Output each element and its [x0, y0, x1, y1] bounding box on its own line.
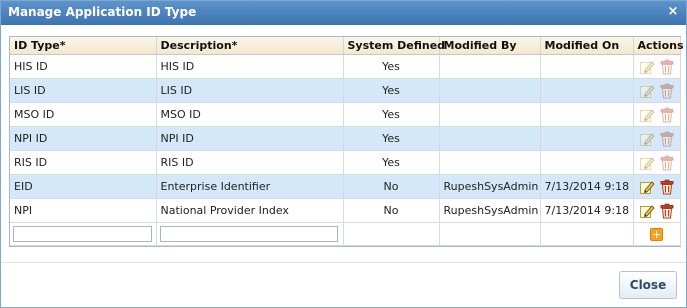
- cell-modified-on: [540, 78, 634, 103]
- cell-modified-by: RupeshSysAdmin: [439, 174, 541, 199]
- cell-description: Enterprise Identifier: [156, 174, 344, 199]
- new-description-input[interactable]: [159, 226, 338, 242]
- cell-modified-by: [439, 54, 541, 79]
- dialog-title: Manage Application ID Type: [8, 5, 197, 19]
- table-row[interactable]: HIS ID HIS ID Yes: [10, 54, 681, 79]
- column-header-modified-on[interactable]: Modified On: [540, 37, 634, 55]
- cell-id-type: RIS ID: [10, 150, 157, 175]
- new-id-type-input[interactable]: [13, 226, 152, 242]
- cell-modified-by: [439, 102, 541, 127]
- cell-description: NPI ID: [156, 126, 344, 151]
- column-header-system-defined[interactable]: System Defined: [343, 37, 445, 55]
- delete-icon[interactable]: [659, 179, 675, 195]
- edit-icon: [639, 155, 655, 171]
- dialog-titlebar: Manage Application ID Type ×: [1, 1, 686, 25]
- footer-divider: [1, 262, 686, 263]
- cell-system-defined: No: [343, 198, 440, 223]
- cell-description: LIS ID: [156, 78, 344, 103]
- cell-modified-on: [540, 126, 634, 151]
- cell-description: HIS ID: [156, 54, 344, 79]
- cell-modified-on: 7/13/2014 9:18 PM: [540, 174, 634, 199]
- cell-actions: [633, 78, 681, 103]
- insert-cell-id-type: [10, 222, 157, 246]
- edit-icon[interactable]: [639, 179, 655, 195]
- column-header-description[interactable]: Description*: [156, 37, 344, 55]
- table-row[interactable]: NPI National Provider Index No RupeshSysAdm…: [10, 198, 681, 223]
- edit-icon: [639, 59, 655, 75]
- cell-modified-on: 7/13/2014 9:18 PM: [540, 198, 634, 223]
- cell-actions: [633, 198, 681, 223]
- table-body: HIS ID HIS ID Yes LIS ID LIS ID Yes MSO ID MSO …: [10, 54, 681, 246]
- insert-cell-actions: [633, 222, 681, 246]
- cell-system-defined: No: [343, 174, 440, 199]
- column-header-id-type[interactable]: ID Type*: [10, 37, 157, 55]
- edit-icon: [639, 131, 655, 147]
- insert-cell-modified-by: [439, 222, 541, 246]
- cell-actions: [633, 102, 681, 127]
- cell-id-type: EID: [10, 174, 157, 199]
- cell-system-defined: Yes: [343, 126, 440, 151]
- column-header-actions: Actions: [633, 37, 684, 55]
- cell-modified-by: [439, 150, 541, 175]
- cell-actions: [633, 126, 681, 151]
- cell-actions: [633, 174, 681, 199]
- cell-id-type: NPI ID: [10, 126, 157, 151]
- cell-id-type: MSO ID: [10, 102, 157, 127]
- cell-description: National Provider Index: [156, 198, 344, 223]
- cell-actions: [633, 54, 681, 79]
- delete-icon: [659, 59, 675, 75]
- delete-icon[interactable]: [659, 203, 675, 219]
- cell-description: MSO ID: [156, 102, 344, 127]
- delete-icon: [659, 131, 675, 147]
- delete-icon: [659, 155, 675, 171]
- cell-system-defined: Yes: [343, 78, 440, 103]
- cell-id-type: NPI: [10, 198, 157, 223]
- cell-modified-on: [540, 54, 634, 79]
- cell-system-defined: Yes: [343, 102, 440, 127]
- cell-id-type: LIS ID: [10, 78, 157, 103]
- cell-modified-by: RupeshSysAdmin: [439, 198, 541, 223]
- close-button[interactable]: Close: [619, 271, 677, 299]
- insert-cell-description: [156, 222, 344, 246]
- cell-system-defined: Yes: [343, 54, 440, 79]
- table-row[interactable]: NPI ID NPI ID Yes: [10, 126, 681, 151]
- cell-modified-by: [439, 78, 541, 103]
- insert-row: [10, 222, 681, 246]
- manage-id-type-dialog: Manage Application ID Type × ID Type* De…: [0, 0, 687, 308]
- delete-icon: [659, 83, 675, 99]
- column-header-modified-by[interactable]: Modified By: [439, 37, 541, 55]
- add-icon[interactable]: [650, 227, 663, 241]
- table-header-row: ID Type* Description* System Defined Mod…: [10, 37, 684, 55]
- edit-icon: [639, 107, 655, 123]
- table-row[interactable]: EID Enterprise Identifier No RupeshSysAdmin…: [10, 174, 681, 199]
- edit-icon[interactable]: [639, 203, 655, 219]
- table-row[interactable]: MSO ID MSO ID Yes: [10, 102, 681, 127]
- insert-cell-system-defined: [343, 222, 440, 246]
- cell-modified-on: [540, 150, 634, 175]
- cell-actions: [633, 150, 681, 175]
- cell-modified-on: [540, 102, 634, 127]
- close-icon[interactable]: ×: [666, 5, 680, 19]
- id-type-grid: ID Type* Description* System Defined Mod…: [9, 36, 684, 247]
- cell-description: RIS ID: [156, 150, 344, 175]
- delete-icon: [659, 107, 675, 123]
- edit-icon: [639, 83, 655, 99]
- cell-id-type: HIS ID: [10, 54, 157, 79]
- table-row[interactable]: LIS ID LIS ID Yes: [10, 78, 681, 103]
- insert-cell-modified-on: [540, 222, 634, 246]
- table-row[interactable]: RIS ID RIS ID Yes: [10, 150, 681, 175]
- cell-modified-by: [439, 126, 541, 151]
- id-type-table: ID Type* Description* System Defined Mod…: [10, 37, 684, 246]
- cell-system-defined: Yes: [343, 150, 440, 175]
